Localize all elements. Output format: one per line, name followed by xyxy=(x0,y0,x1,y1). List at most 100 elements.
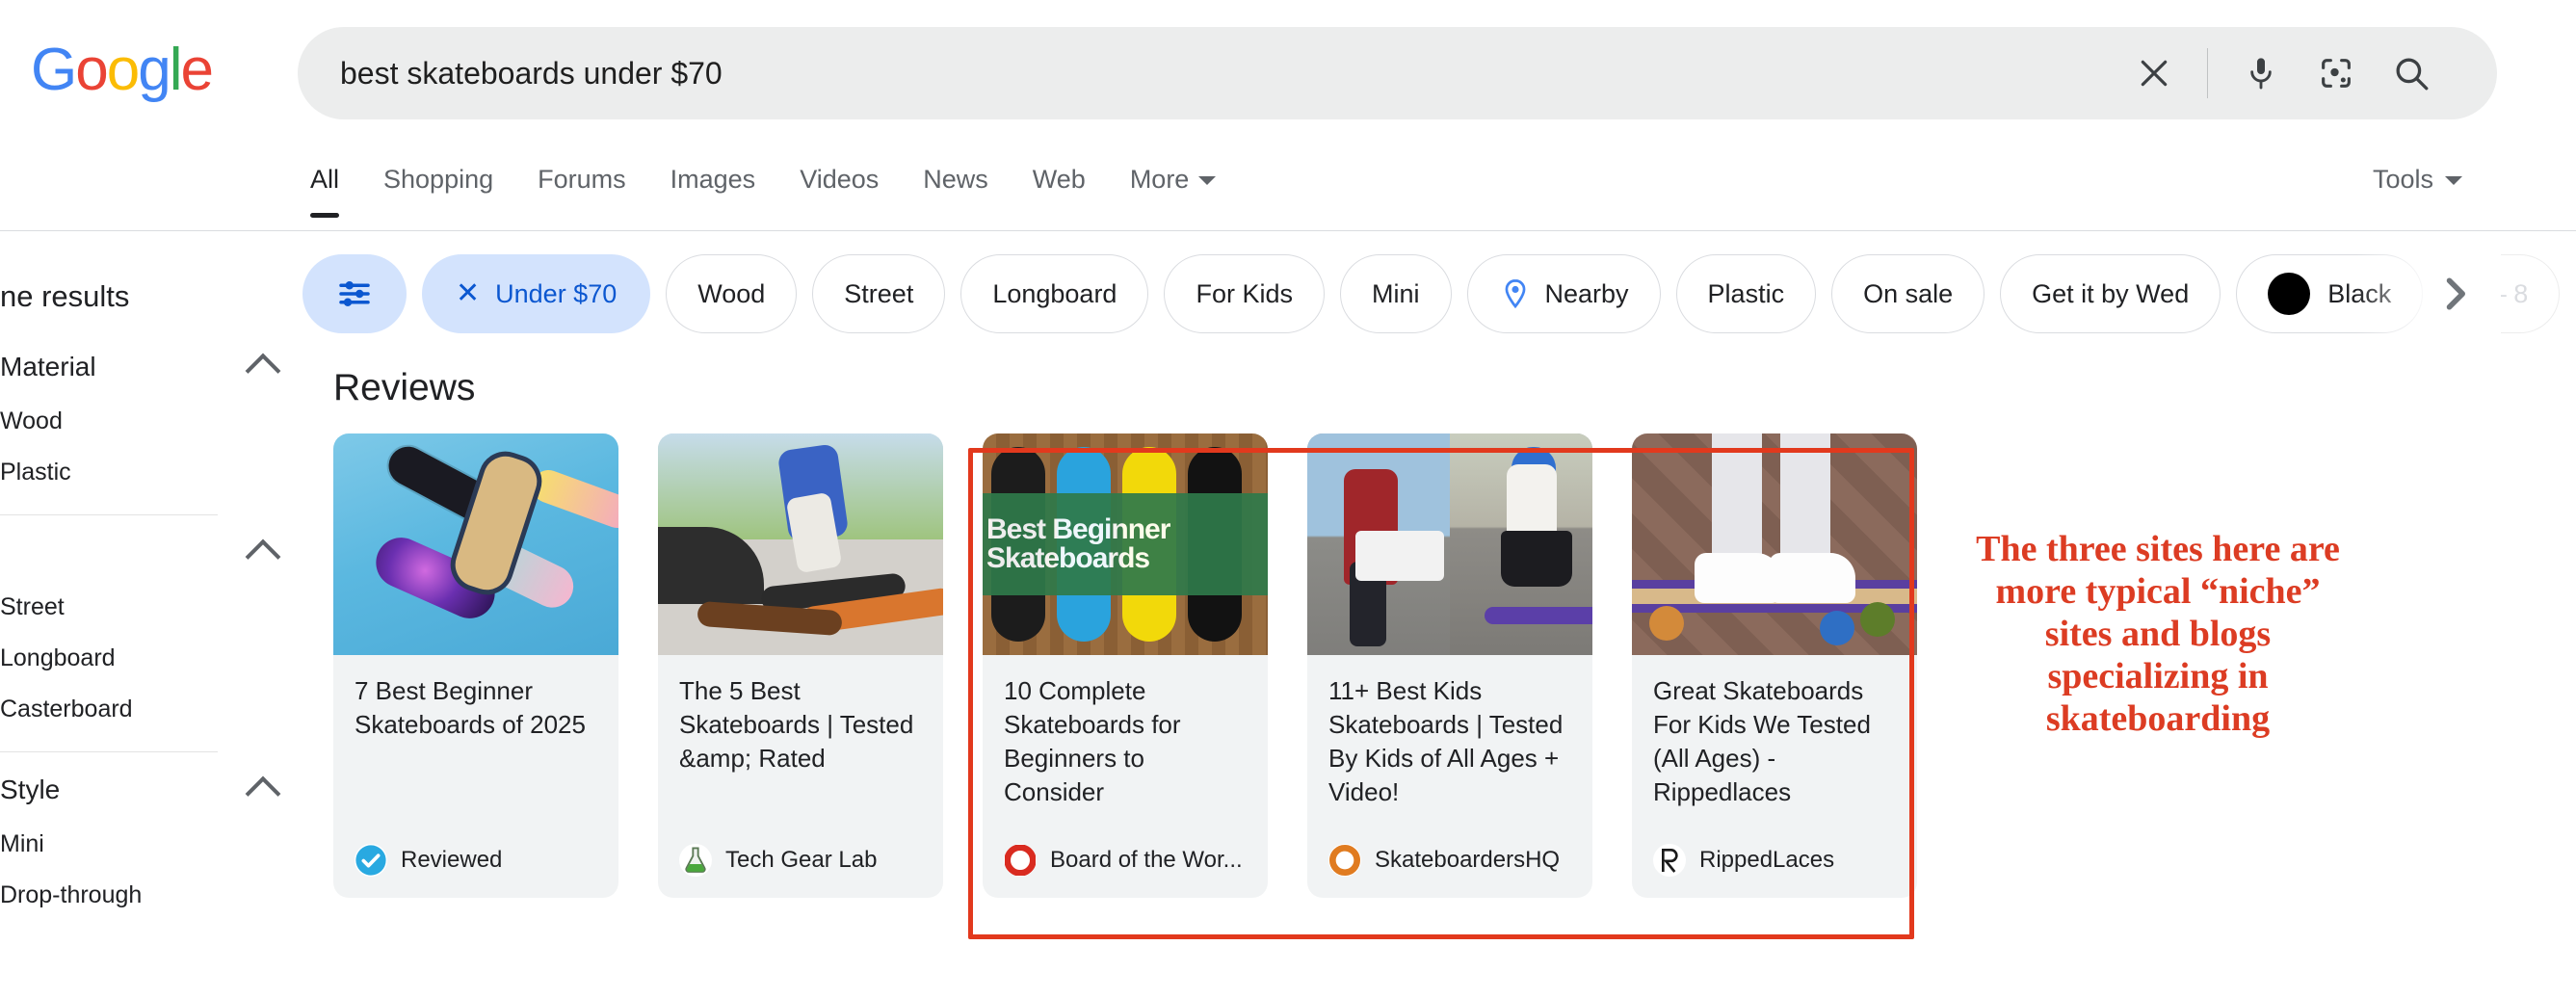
card-title: The 5 Best Skateboards | Tested &amp; Ra… xyxy=(679,674,922,775)
chip-mini[interactable]: Mini xyxy=(1340,254,1452,333)
chip-for-kids[interactable]: For Kids xyxy=(1164,254,1325,333)
voice-search-button[interactable] xyxy=(2223,36,2299,111)
review-card-list: 7 Best Beginner Skateboards of 2025 Revi… xyxy=(333,433,1917,898)
tab-forums[interactable]: Forums xyxy=(538,143,626,195)
sidebar-section-type: Street Longboard Casterboard xyxy=(0,525,289,734)
sidebar-title: ne results xyxy=(0,279,289,314)
review-card[interactable]: Best Beginner Skateboards 10 Complete Sk… xyxy=(983,433,1268,898)
search-input[interactable]: best skateboards under $70 xyxy=(340,55,2116,92)
color-swatch-black-icon xyxy=(2268,273,2310,315)
card-source-name: Reviewed xyxy=(401,847,502,874)
review-card[interactable]: The 5 Best Skateboards | Tested &amp; Ra… xyxy=(658,433,943,898)
chip-longboard[interactable]: Longboard xyxy=(960,254,1148,333)
filter-chip-list: ✕ Under $70 Wood Street Longboard For Ki… xyxy=(302,248,2575,340)
search-header: Google best skateboards under $70 xyxy=(0,0,2576,135)
microphone-icon xyxy=(2242,54,2280,92)
chip-scroll-next-button[interactable] xyxy=(2433,273,2476,315)
card-source: Tech Gear Lab xyxy=(658,844,943,898)
chip-black[interactable]: Black xyxy=(2236,254,2423,333)
card-source: SkateboardersHQ xyxy=(1307,844,1592,898)
logo-letter-o2: o xyxy=(107,40,138,100)
sidebar-section-style: Style Mini Drop-through xyxy=(0,762,289,920)
tab-web[interactable]: Web xyxy=(1033,143,1086,195)
tab-videos[interactable]: Videos xyxy=(800,143,879,195)
chevron-right-icon xyxy=(2433,273,2476,315)
logo-letter-o1: o xyxy=(75,40,106,100)
sidebar-item-plastic[interactable]: Plastic xyxy=(0,446,289,497)
sidebar-section-header-type[interactable] xyxy=(0,525,289,581)
refine-results-sidebar: ne results Material Wood Plastic Street … xyxy=(0,279,289,998)
sidebar-section-label: Material xyxy=(0,352,96,382)
tab-images[interactable]: Images xyxy=(670,143,756,195)
close-icon xyxy=(2135,54,2173,92)
search-submit-button[interactable] xyxy=(2374,36,2449,111)
chip-wood[interactable]: Wood xyxy=(666,254,797,333)
chip-get-it-by-wed[interactable]: Get it by Wed xyxy=(2000,254,2221,333)
card-source-name: RippedLaces xyxy=(1699,847,1834,874)
review-card[interactable]: Great Skateboards For Kids We Tested (Al… xyxy=(1632,433,1917,898)
filters-toggle-button[interactable] xyxy=(302,254,407,333)
chevron-up-icon xyxy=(246,539,281,575)
card-body: 10 Complete Skateboards for Beginners to… xyxy=(983,655,1268,827)
tab-news[interactable]: News xyxy=(923,143,988,195)
card-source-name: SkateboardersHQ xyxy=(1375,847,1560,874)
sidebar-section-header-style[interactable]: Style xyxy=(0,762,289,818)
search-icon xyxy=(2391,53,2431,93)
sidebar-item-casterboard[interactable]: Casterboard xyxy=(0,683,289,734)
chip-under-70[interactable]: ✕ Under $70 xyxy=(422,254,650,333)
rippedlaces-r-icon xyxy=(1653,844,1686,877)
sidebar-item-drop-through[interactable]: Drop-through xyxy=(0,869,289,920)
orange-ring-icon xyxy=(1328,844,1361,877)
chip-on-sale[interactable]: On sale xyxy=(1831,254,1985,333)
thumbnail-overlay-line2: Skateboards xyxy=(983,544,1268,573)
tab-all[interactable]: All xyxy=(310,143,339,195)
google-lens-icon xyxy=(2317,54,2355,92)
logo-letter-e: e xyxy=(180,40,211,100)
logo-letter-g2: g xyxy=(138,40,169,100)
page-title: Reviews xyxy=(333,366,1917,410)
chip-plastic[interactable]: Plastic xyxy=(1676,254,1817,333)
reviewed-check-icon xyxy=(355,844,387,877)
sidebar-section-header-material[interactable]: Material xyxy=(0,339,289,395)
card-thumbnail-skateboards-on-blue-floor xyxy=(333,433,618,655)
search-bar-actions xyxy=(2116,36,2497,111)
card-title: Great Skateboards For Kids We Tested (Al… xyxy=(1653,674,1896,809)
card-title: 7 Best Beginner Skateboards of 2025 xyxy=(355,674,597,742)
sidebar-section-material: Material Wood Plastic xyxy=(0,339,289,497)
review-card[interactable]: 7 Best Beginner Skateboards of 2025 Revi… xyxy=(333,433,618,898)
sidebar-divider xyxy=(0,751,218,752)
tab-list: All Shopping Forums Images Videos News W… xyxy=(310,143,1260,195)
tab-shopping[interactable]: Shopping xyxy=(383,143,493,195)
thumbnail-overlay-line1: Best Beginner xyxy=(983,515,1268,544)
card-body: Great Skateboards For Kids We Tested (Al… xyxy=(1632,655,1917,827)
card-source-name: Board of the Wor... xyxy=(1050,847,1243,874)
red-ring-icon xyxy=(1004,844,1037,877)
card-thumbnail-skater-jumping-at-skatepark xyxy=(658,433,943,655)
search-bar[interactable]: best skateboards under $70 xyxy=(298,27,2497,119)
chip-nearby[interactable]: Nearby xyxy=(1467,254,1661,333)
tab-more[interactable]: More xyxy=(1130,143,1217,195)
lens-search-button[interactable] xyxy=(2299,36,2374,111)
chevron-down-icon xyxy=(1198,176,1216,185)
logo-letter-g: G xyxy=(31,40,75,100)
sidebar-item-street[interactable]: Street xyxy=(0,581,289,632)
card-source: Reviewed xyxy=(333,844,618,898)
tools-button[interactable]: Tools xyxy=(2373,164,2462,195)
annotation-note: The three sites here are more typical “n… xyxy=(1965,528,2351,740)
tools-label: Tools xyxy=(2373,164,2433,195)
review-card[interactable]: 11+ Best Kids Skateboards | Tested By Ki… xyxy=(1307,433,1592,898)
google-logo[interactable]: Google xyxy=(31,40,212,100)
card-source-name: Tech Gear Lab xyxy=(725,847,877,874)
sidebar-divider xyxy=(0,514,218,515)
chip-street[interactable]: Street xyxy=(812,254,945,333)
sidebar-item-mini[interactable]: Mini xyxy=(0,818,289,869)
clear-search-button[interactable] xyxy=(2116,36,2192,111)
reviews-section: Reviews 7 Best Beginner Skateboards of 2… xyxy=(333,366,1917,898)
sidebar-section-label: Style xyxy=(0,775,60,805)
chevron-down-icon xyxy=(2445,176,2462,185)
card-title: 10 Complete Skateboards for Beginners to… xyxy=(1004,674,1247,809)
flask-icon xyxy=(679,844,712,877)
chevron-up-icon xyxy=(246,354,281,389)
sidebar-item-wood[interactable]: Wood xyxy=(0,395,289,446)
sidebar-item-longboard[interactable]: Longboard xyxy=(0,632,289,683)
